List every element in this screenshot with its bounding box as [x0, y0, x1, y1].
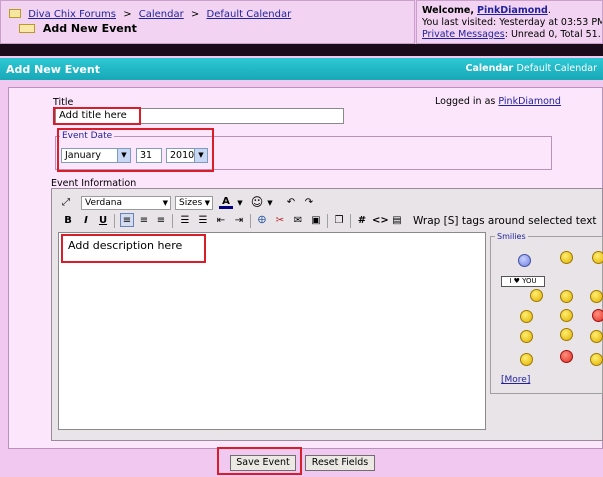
- smilies-panel: [490, 236, 603, 394]
- description-highlight: [61, 234, 206, 263]
- smilie-grin-icon[interactable]: [590, 290, 603, 303]
- breadcrumb: Diva Chix Forums > Calendar > Default Ca…: [9, 9, 291, 20]
- email-icon[interactable]: ✉: [292, 214, 304, 228]
- quote-icon[interactable]: ❐: [333, 214, 345, 228]
- smilie-iloveyou-icon[interactable]: I ♥ YOU: [501, 276, 545, 287]
- section-header-calendar: Calendar Default Calendar: [465, 63, 597, 74]
- breadcrumb-calendar-link[interactable]: Calendar: [139, 9, 184, 20]
- last-visited-text: You last visited: Yesterday at 03:53 PM: [422, 17, 603, 28]
- bullet-list-icon[interactable]: ☰: [197, 214, 209, 228]
- section-header-title: Add New Event: [6, 63, 100, 76]
- smilie-tongue-icon[interactable]: [560, 309, 573, 322]
- italic-icon[interactable]: I: [80, 214, 92, 228]
- indent-icon[interactable]: ⇥: [233, 214, 245, 228]
- reset-fields-button[interactable]: Reset Fields: [305, 455, 375, 471]
- smilie-mad-icon[interactable]: [560, 350, 573, 363]
- smilie-rolleyes-icon[interactable]: [590, 330, 603, 343]
- divider-strip: [0, 44, 603, 56]
- smilie-confused-icon[interactable]: [518, 254, 531, 267]
- current-page-label: Add New Event: [42, 22, 137, 35]
- smilies-label: Smilies: [495, 232, 528, 241]
- smilie-smile-icon[interactable]: [560, 251, 573, 264]
- breadcrumb-forum-link[interactable]: Diva Chix Forums: [28, 9, 116, 20]
- align-left-icon[interactable]: ≡: [120, 213, 134, 227]
- numbered-list-icon[interactable]: ☰: [179, 214, 191, 228]
- bold-icon[interactable]: B: [62, 214, 74, 228]
- top-navigation: Diva Chix Forums > Calendar > Default Ca…: [0, 0, 603, 44]
- smilie-dance-icon[interactable]: [520, 330, 533, 343]
- font-value: Verdana: [85, 198, 122, 208]
- navbar: Diva Chix Forums > Calendar > Default Ca…: [0, 0, 415, 44]
- smilie-eek-icon[interactable]: [560, 328, 573, 341]
- align-right-icon[interactable]: ≡: [155, 214, 167, 228]
- save-event-highlight: [217, 447, 302, 475]
- smilie-wink-icon[interactable]: [592, 251, 603, 264]
- underline-icon[interactable]: U: [97, 214, 109, 228]
- folder-icon: [9, 9, 21, 18]
- hash-icon[interactable]: #: [356, 214, 368, 228]
- image-icon[interactable]: ▣: [310, 214, 322, 228]
- toolbar-separator: [250, 214, 251, 228]
- toolbar-separator: [350, 214, 351, 228]
- chevron-down-icon: ▼: [162, 199, 168, 207]
- toggle-editor-icon[interactable]: ⤢: [60, 196, 72, 210]
- toolbar-separator: [327, 214, 328, 228]
- chevron-down-icon: ▼: [204, 199, 210, 207]
- breadcrumb-default-calendar-link[interactable]: Default Calendar: [207, 9, 292, 20]
- smilie-heart-icon[interactable]: [592, 309, 603, 322]
- unlink-icon[interactable]: ✂: [274, 214, 286, 228]
- pm-status-text: : Unread 0, Total 51.: [504, 29, 601, 40]
- redo-icon[interactable]: ↷: [303, 196, 315, 210]
- font-color-icon[interactable]: A: [219, 195, 233, 209]
- smilie-love-icon[interactable]: [530, 289, 543, 302]
- outdent-icon[interactable]: ⇤: [215, 214, 227, 228]
- smilie-biggrin-icon[interactable]: [590, 353, 603, 366]
- smilie-happy-icon[interactable]: [520, 353, 533, 366]
- smilie-laugh-icon[interactable]: [520, 310, 533, 323]
- logged-in-info: Logged in as PinkDiamond: [435, 96, 561, 107]
- font-select[interactable]: Verdana ▼: [81, 196, 171, 210]
- private-messages-link[interactable]: Private Messages: [422, 29, 505, 40]
- size-value: Sizes: [179, 198, 203, 208]
- logged-in-user-link[interactable]: PinkDiamond: [498, 96, 561, 107]
- more-smilies-link[interactable]: [More]: [501, 375, 530, 385]
- title-highlight: [53, 107, 141, 125]
- event-date-highlight: [57, 128, 214, 172]
- welcome-username-link[interactable]: PinkDiamond: [477, 5, 548, 16]
- logged-in-text: Logged in as: [435, 96, 496, 107]
- smiley-icon[interactable]: ☺: [250, 195, 264, 209]
- code-icon[interactable]: <>: [372, 214, 389, 228]
- align-center-icon[interactable]: ≡: [138, 214, 150, 228]
- section-header: Add New Event Calendar Default Calendar: [0, 58, 603, 80]
- link-icon[interactable]: 🜨: [256, 214, 268, 228]
- wrap-tags-button[interactable]: Wrap [S] tags around selected text: [413, 214, 597, 228]
- welcome-greeting: Welcome,: [422, 5, 474, 16]
- breadcrumb-separator: >: [190, 9, 200, 20]
- toolbar-separator: [114, 214, 115, 228]
- welcome-panel: Welcome, PinkDiamond. You last visited: …: [416, 0, 603, 44]
- header-calendar-name: Default Calendar: [516, 63, 597, 74]
- php-icon[interactable]: ▤: [391, 214, 403, 228]
- toolbar-separator: [172, 214, 173, 228]
- chevron-down-icon[interactable]: ▼: [236, 196, 244, 210]
- header-calendar-label: Calendar: [465, 63, 514, 74]
- breadcrumb-separator: >: [123, 9, 132, 20]
- smilie-cool-icon[interactable]: [560, 290, 573, 303]
- open-folder-icon: [19, 24, 35, 33]
- chevron-down-icon[interactable]: ▼: [266, 196, 274, 210]
- current-page-title: Add New Event: [13, 22, 137, 35]
- size-select[interactable]: Sizes ▼: [175, 196, 213, 210]
- undo-icon[interactable]: ↶: [285, 196, 297, 210]
